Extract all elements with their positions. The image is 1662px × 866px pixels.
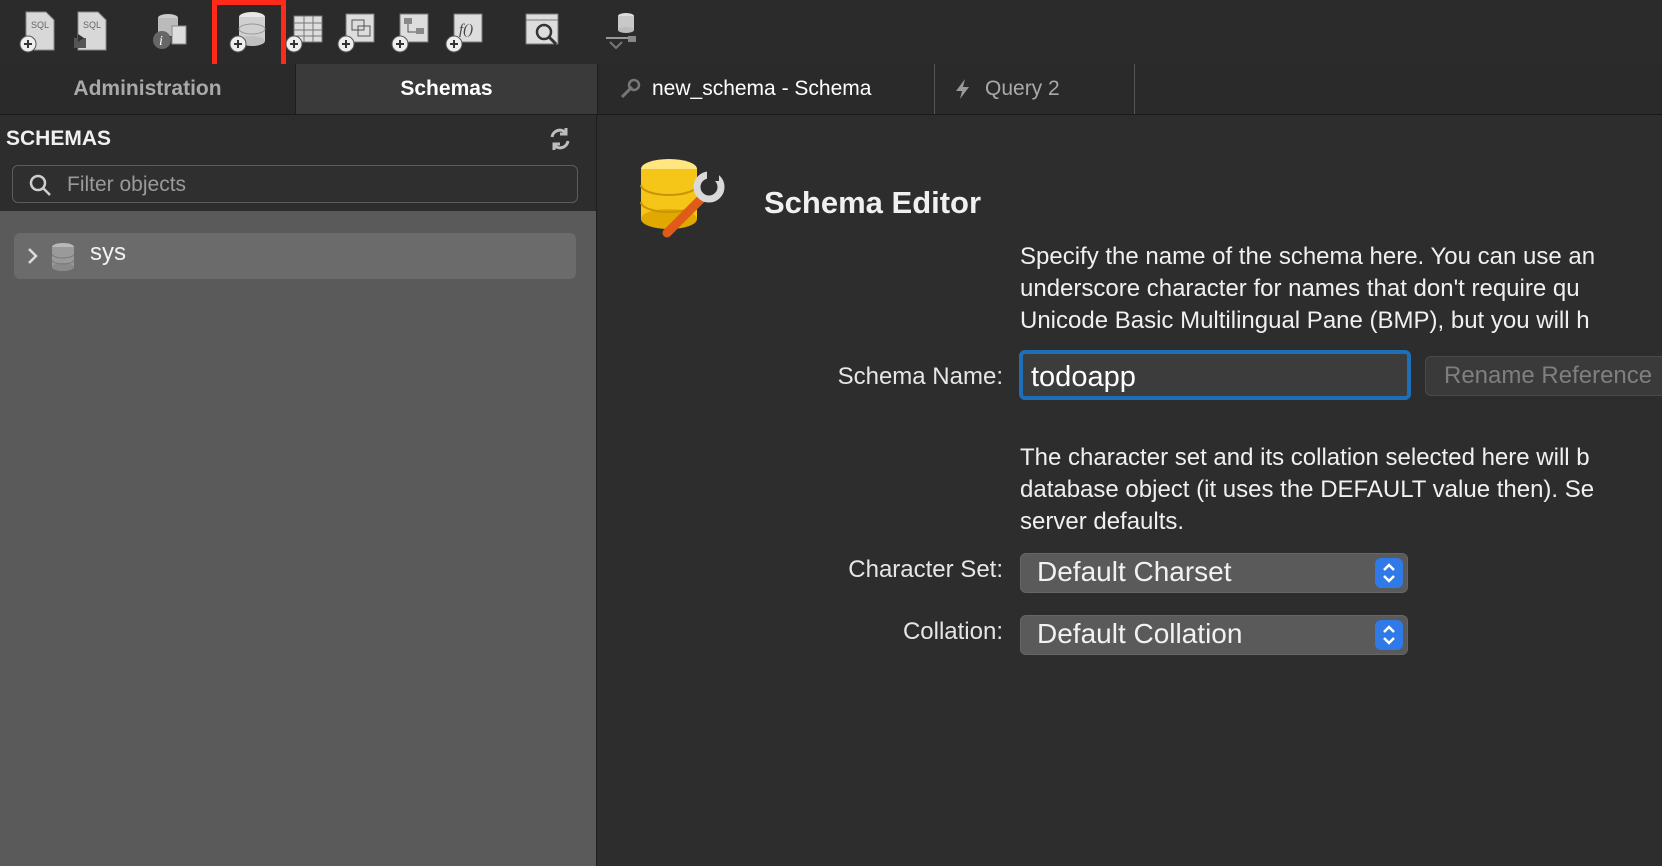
- tab-bar: Administration Schemas new_schema - Sche…: [0, 64, 1662, 115]
- sidebar-header: SCHEMAS: [0, 115, 596, 211]
- schema-name-field: [1019, 350, 1411, 400]
- schema-name-input[interactable]: [1029, 358, 1403, 396]
- character-set-select[interactable]: Default Charset: [1020, 553, 1408, 593]
- filter-input[interactable]: [65, 168, 569, 202]
- character-set-label: Character Set:: [848, 556, 1003, 583]
- tree-item-sys[interactable]: sys: [14, 233, 576, 279]
- collation-label: Collation:: [902, 618, 1003, 645]
- charset-description: The character set and its collation sele…: [1020, 442, 1594, 538]
- editor-title: Schema Editor: [764, 185, 982, 220]
- name-description: Specify the name of the schema here. You…: [1020, 241, 1595, 337]
- svg-text:SQL: SQL: [31, 20, 49, 30]
- description-line: server defaults.: [1020, 508, 1185, 535]
- tab-schema-editor-label: new_schema - Schema: [652, 77, 872, 100]
- wrench-icon: [620, 78, 641, 99]
- toolbar: SQL SQL i f(): [0, 0, 1662, 84]
- create-function-icon[interactable]: f(): [442, 8, 488, 54]
- description-line: database object (it uses the DEFAULT val…: [1020, 476, 1595, 503]
- collation-value: Default Collation: [1037, 618, 1243, 649]
- tab-administration[interactable]: Administration: [0, 64, 296, 114]
- tab-query[interactable]: Query 2: [935, 64, 1135, 114]
- reconnect-icon[interactable]: [598, 8, 644, 54]
- tab-schema-editor[interactable]: new_schema - Schema: [598, 64, 935, 114]
- svg-text:i: i: [159, 34, 163, 49]
- create-view-icon[interactable]: [334, 8, 380, 54]
- schema-editor-icon: [640, 159, 725, 238]
- search-icon: [29, 174, 51, 196]
- tab-query-label: Query 2: [985, 77, 1060, 100]
- select-stepper-icon: [1375, 558, 1403, 588]
- svg-text:SQL: SQL: [83, 20, 101, 30]
- rename-references-button[interactable]: Rename Reference: [1425, 356, 1662, 396]
- database-icon: [51, 243, 75, 271]
- tree-item-label: sys: [90, 239, 126, 266]
- select-stepper-icon: [1375, 620, 1403, 650]
- create-table-icon[interactable]: [282, 8, 328, 54]
- inspector-icon[interactable]: i: [146, 8, 192, 54]
- svg-text:f(): f(): [459, 22, 473, 38]
- tab-administration-label: Administration: [73, 77, 222, 100]
- sidebar-title: SCHEMAS: [6, 127, 112, 150]
- filter-field: [12, 165, 578, 203]
- description-line: Specify the name of the schema here. You…: [1020, 243, 1596, 270]
- collation-select[interactable]: Default Collation: [1020, 615, 1408, 655]
- schema-name-label: Schema Name:: [837, 363, 1003, 390]
- lightning-icon: [956, 79, 969, 99]
- description-line: underscore character for names that don'…: [1020, 275, 1580, 302]
- open-sql-script-icon[interactable]: SQL: [68, 8, 114, 54]
- character-set-value: Default Charset: [1037, 556, 1232, 587]
- tab-schemas[interactable]: Schemas: [296, 64, 598, 114]
- description-line: Unicode Basic Multilingual Pane (BMP), b…: [1020, 307, 1590, 334]
- schemas-sidebar: SCHEMAS sys: [0, 115, 597, 866]
- search-table-data-icon[interactable]: [520, 8, 566, 54]
- create-procedure-icon[interactable]: [388, 8, 434, 54]
- new-sql-tab-icon[interactable]: SQL: [16, 8, 62, 54]
- chevron-right-icon[interactable]: [26, 246, 40, 266]
- refresh-icon[interactable]: [546, 125, 574, 153]
- tab-schemas-label: Schemas: [400, 77, 493, 100]
- schema-editor-panel: Schema Editor Specify the name of the sc…: [597, 115, 1662, 866]
- description-line: The character set and its collation sele…: [1020, 444, 1590, 471]
